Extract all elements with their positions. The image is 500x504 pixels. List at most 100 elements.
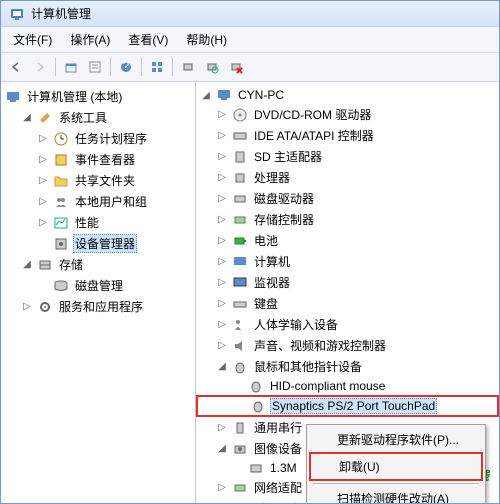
menubar: 文件(F) 操作(A) 查看(V) 帮助(H) — [1, 27, 499, 53]
tree-shared-folders[interactable]: ▷ 共享文件夹 — [1, 170, 195, 191]
device-computers[interactable]: ▷计算机 — [196, 251, 499, 272]
device-storage-ctrl[interactable]: ▷存储控制器 — [196, 209, 499, 230]
menu-update-driver[interactable]: 更新驱动程序软件(P)... — [309, 427, 483, 452]
tools-icon — [37, 110, 53, 126]
disk-icon — [53, 278, 69, 294]
network-icon — [232, 480, 248, 496]
left-tree-pane: 计算机管理 (本地) ◢ 系统工具 ▷ 任务计划程序 ▷ 事件查看器 ▷ 共享文… — [1, 82, 196, 503]
expand-icon[interactable]: ▷ — [21, 301, 33, 313]
device-manager-icon — [53, 236, 69, 252]
collapse-icon[interactable]: ◢ — [21, 112, 33, 124]
collapse-icon[interactable]: ◢ — [21, 259, 33, 271]
menu-separator — [313, 483, 479, 484]
main-body: 计算机管理 (本地) ◢ 系统工具 ▷ 任务计划程序 ▷ 事件查看器 ▷ 共享文… — [1, 82, 499, 503]
keyboard-icon — [232, 296, 248, 312]
device-processors[interactable]: ▷处理器 — [196, 167, 499, 188]
device-sound[interactable]: ▷声音、视频和游戏控制器 — [196, 335, 499, 356]
help-button[interactable]: ? — [115, 56, 137, 78]
cpu-icon — [232, 170, 248, 186]
window-title: 计算机管理 — [31, 5, 91, 22]
separator — [110, 58, 111, 76]
tree-disk-management[interactable]: 磁盘管理 — [1, 275, 195, 296]
menu-uninstall[interactable]: 卸载(U) — [309, 452, 483, 481]
app-icon — [9, 6, 25, 22]
forward-button[interactable] — [29, 56, 51, 78]
expand-icon[interactable]: ▷ — [37, 217, 49, 229]
camera-icon — [248, 460, 264, 476]
menu-action[interactable]: 操作(A) — [62, 29, 118, 50]
menu-view[interactable]: 查看(V) — [120, 29, 176, 50]
computer-icon — [216, 87, 232, 103]
device-synaptics-touchpad[interactable]: Synaptics PS/2 Port TouchPad — [196, 395, 499, 417]
monitor-icon — [232, 275, 248, 291]
toolbar: ? — [1, 53, 499, 82]
folder-icon — [53, 173, 69, 189]
services-icon — [37, 299, 53, 315]
expand-icon[interactable]: ▷ — [37, 154, 49, 166]
titlebar: 计算机管理 — [1, 1, 499, 27]
menu-file[interactable]: 文件(F) — [5, 29, 60, 50]
device-update-button[interactable] — [177, 56, 199, 78]
collapse-icon[interactable]: ◢ — [216, 443, 228, 455]
device-monitors[interactable]: ▷监视器 — [196, 272, 499, 293]
menu-help[interactable]: 帮助(H) — [178, 29, 235, 50]
tree-root[interactable]: 计算机管理 (本地) — [1, 86, 195, 107]
tree-device-manager[interactable]: 设备管理器 — [1, 233, 195, 254]
device-hid[interactable]: ▷人体学输入设备 — [196, 314, 499, 335]
device-keyboards[interactable]: ▷键盘 — [196, 293, 499, 314]
storage-ctrl-icon — [232, 212, 248, 228]
device-hid-mouse[interactable]: HID-compliant mouse — [196, 377, 499, 395]
separator — [141, 58, 142, 76]
sd-icon — [232, 149, 248, 165]
mouse-icon — [248, 378, 264, 394]
tree-local-users[interactable]: ▷ 本地用户和组 — [1, 191, 195, 212]
app-window: 计算机管理 文件(F) 操作(A) 查看(V) 帮助(H) ? 计算机管理 (本… — [0, 0, 500, 504]
device-root[interactable]: ◢ CYN-PC — [196, 86, 499, 104]
sound-icon — [232, 338, 248, 354]
scan-hardware-button[interactable] — [201, 56, 223, 78]
storage-icon — [37, 257, 53, 273]
up-button[interactable] — [60, 56, 82, 78]
camera-icon — [232, 441, 248, 457]
separator — [55, 58, 56, 76]
mouse-icon — [250, 398, 266, 414]
tree-system-tools[interactable]: ◢ 系统工具 — [1, 107, 195, 128]
collapse-icon[interactable]: ◢ — [216, 361, 228, 373]
tree-task-scheduler[interactable]: ▷ 任务计划程序 — [1, 128, 195, 149]
back-button[interactable] — [5, 56, 27, 78]
expand-icon[interactable]: ▷ — [37, 133, 49, 145]
users-icon — [53, 194, 69, 210]
uninstall-button[interactable] — [225, 56, 247, 78]
device-sd[interactable]: ▷SD 主适配器 — [196, 146, 499, 167]
separator — [172, 58, 173, 76]
computer-mgmt-icon — [5, 89, 21, 105]
disk-drive-icon — [232, 191, 248, 207]
tree-services-apps[interactable]: ▷ 服务和应用程序 — [1, 296, 195, 317]
battery-icon — [232, 233, 248, 249]
collapse-icon[interactable]: ◢ — [200, 89, 212, 101]
tree-performance[interactable]: ▷ 性能 — [1, 212, 195, 233]
system-icon — [232, 501, 248, 504]
tree-storage[interactable]: ◢ 存储 — [1, 254, 195, 275]
usb-icon — [232, 420, 248, 436]
expand-icon[interactable]: ▷ — [37, 175, 49, 187]
properties-button[interactable] — [84, 56, 106, 78]
expand-icon[interactable]: ▷ — [37, 196, 49, 208]
dvd-icon — [232, 107, 248, 123]
ide-icon — [232, 128, 248, 144]
svg-text:?: ? — [123, 60, 130, 73]
tree-event-viewer[interactable]: ▷ 事件查看器 — [1, 149, 195, 170]
hid-icon — [232, 317, 248, 333]
device-mice[interactable]: ◢鼠标和其他指针设备 — [196, 356, 499, 377]
performance-icon — [53, 215, 69, 231]
menu-scan-hardware[interactable]: 扫描检测硬件改动(A) — [309, 486, 483, 503]
event-icon — [53, 152, 69, 168]
mouse-icon — [232, 359, 248, 375]
device-disk-drives[interactable]: ▷磁盘驱动器 — [196, 188, 499, 209]
context-menu: 更新驱动程序软件(P)... 卸载(U) 扫描检测硬件改动(A) 属性(R) — [306, 424, 486, 503]
device-ide[interactable]: ▷IDE ATA/ATAPI 控制器 — [196, 125, 499, 146]
device-dvd[interactable]: ▷DVD/CD-ROM 驱动器 — [196, 104, 499, 125]
device-batteries[interactable]: ▷电池 — [196, 230, 499, 251]
view-mode-button[interactable] — [146, 56, 168, 78]
clock-icon — [53, 131, 69, 147]
